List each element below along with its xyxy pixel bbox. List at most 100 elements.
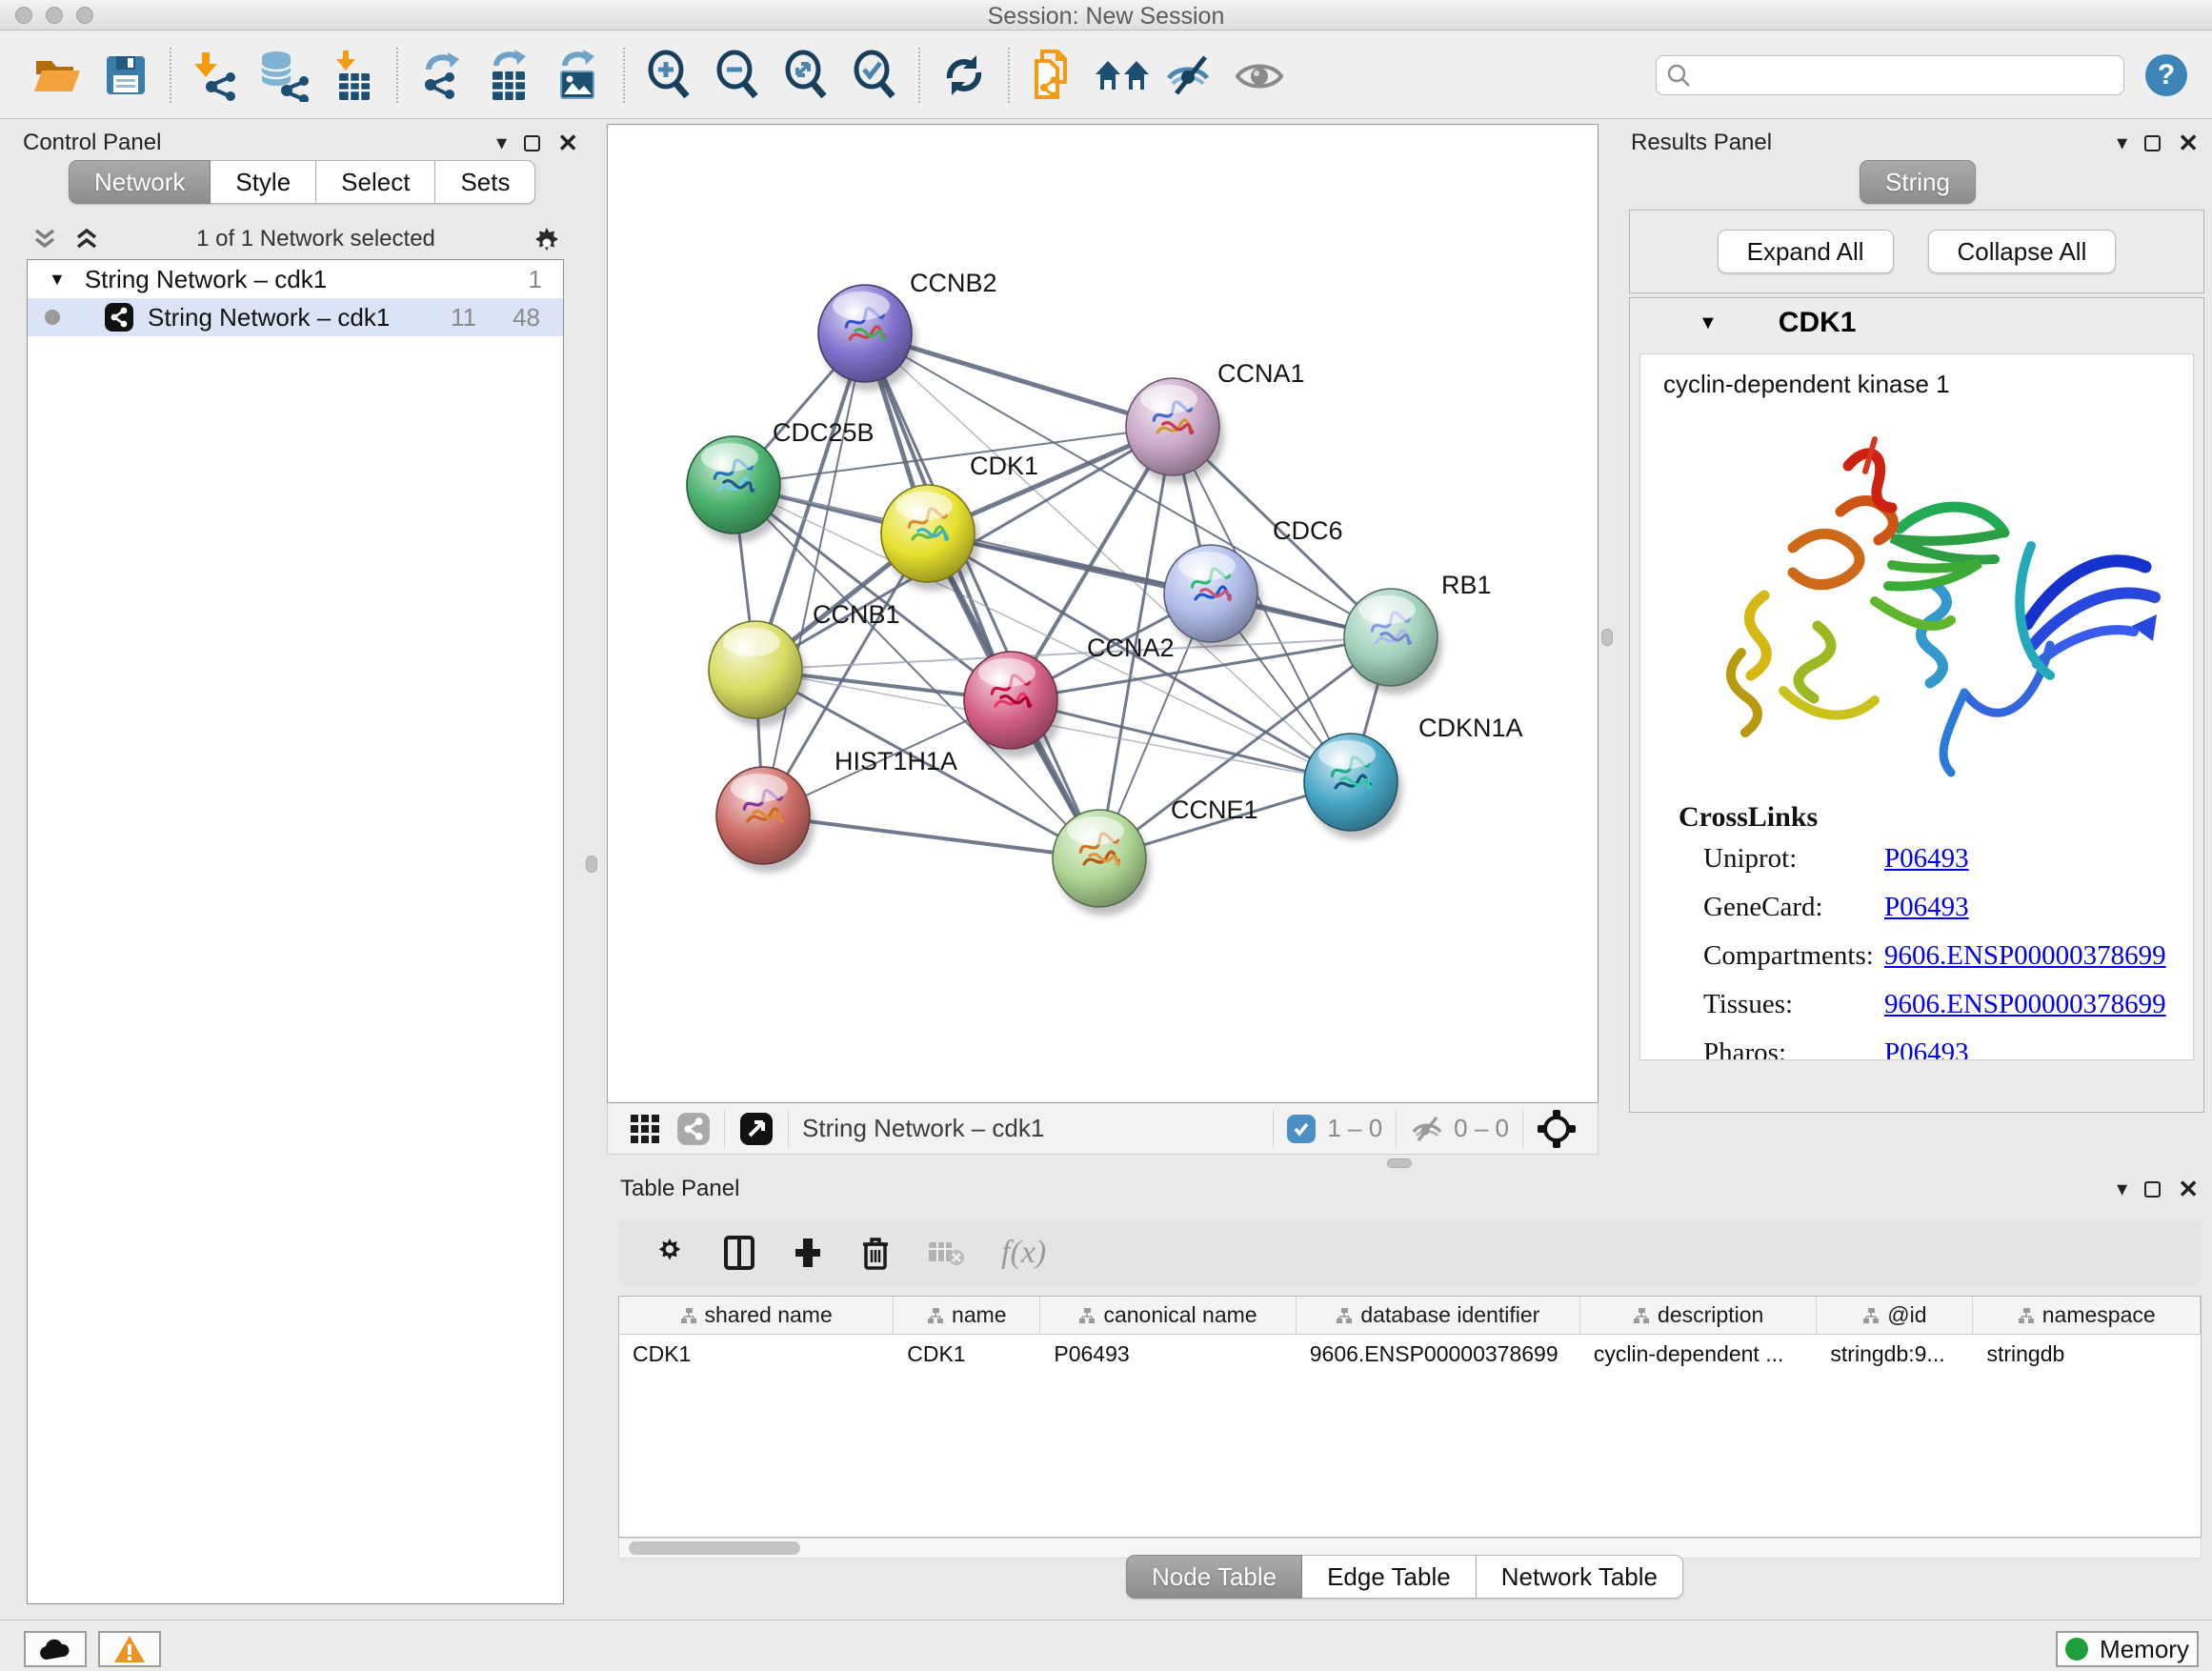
table-row[interactable]: CDK1CDK1P064939606.ENSP00000378699cyclin… [619,1335,2201,1373]
search-input[interactable] [1699,62,2114,89]
zoom-fit-icon[interactable] [772,45,840,106]
first-neighbors-icon[interactable] [1088,45,1156,106]
table-panel-collapse-icon[interactable]: ▾ [2117,1178,2127,1199]
table-panel-close-icon[interactable]: ✕ [2178,1177,2199,1201]
control-panel-close-icon[interactable]: ✕ [557,131,578,155]
section-expander-icon[interactable]: ▼ [1699,312,1718,334]
horizontal-splitter-handle[interactable] [1387,1158,1412,1168]
open-file-icon[interactable] [23,45,91,106]
node-table[interactable]: shared namenamecanonical namedatabase id… [618,1296,2202,1538]
crosslink-link[interactable]: P06493 [1884,1037,1969,1060]
import-network-file-icon[interactable] [181,45,250,106]
crosslink-link[interactable]: P06493 [1884,892,1969,923]
warnings-button[interactable] [98,1631,161,1667]
expand-all-button[interactable]: Expand All [1718,230,1894,273]
network-node[interactable]: CDKN1A [1304,714,1523,839]
tab-sets[interactable]: Sets [435,160,535,204]
add-column-icon[interactable] [792,1235,824,1271]
tab-node-table[interactable]: Node Table [1126,1555,1302,1599]
table-cell[interactable]: CDK1 [894,1335,1040,1373]
tree-expander-icon[interactable]: ▼ [49,270,66,290]
export-table-icon[interactable] [476,45,545,106]
crosslink-link[interactable]: P06493 [1884,843,1969,875]
collapse-all-icon[interactable] [30,227,59,252]
network-canvas[interactable]: CCNB2CCNA1CDC25BCDK1CDC6RB1CCNB1CCNA2CDK… [607,124,1599,1103]
tab-network[interactable]: Network [69,160,211,204]
column-header[interactable]: namespace [1973,1297,2201,1334]
memory-button[interactable]: Memory [2056,1631,2199,1667]
network-node[interactable]: CCNA1 [1126,359,1305,484]
network-node[interactable]: CDK1 [881,452,1038,591]
network-collection-row[interactable]: ▼ String Network – cdk1 1 [28,260,563,298]
selected-nodes-checkbox[interactable] [1287,1115,1316,1143]
column-header[interactable]: description [1580,1297,1818,1334]
network-share-view-icon[interactable] [676,1112,711,1146]
network-node[interactable]: CCNA2 [964,634,1175,757]
hide-selected-eye-icon[interactable] [1156,45,1225,106]
network-options-gear-icon[interactable] [531,223,563,255]
table-panel-float-icon[interactable] [2144,1181,2161,1198]
save-session-icon[interactable] [91,45,160,106]
tab-string[interactable]: String [1860,160,1976,204]
control-panel: Control Panel ▾ ✕ Network Style Select S… [0,120,595,1616]
node-label: CCNE1 [1171,795,1258,824]
column-header[interactable]: shared name [619,1297,894,1334]
birdseye-crosshair-icon[interactable] [1537,1109,1577,1149]
expand-all-icon[interactable] [72,227,101,252]
import-network-database-icon[interactable] [250,45,318,106]
network-edge[interactable] [865,333,1099,858]
network-node[interactable]: RB1 [1344,571,1492,695]
table-cell[interactable]: 9606.ENSP00000378699 [1297,1335,1580,1373]
tab-edge-table[interactable]: Edge Table [1302,1555,1477,1599]
control-panel-collapse-icon[interactable]: ▾ [496,132,507,153]
zoom-selected-icon[interactable] [840,45,909,106]
delete-column-trash-icon[interactable] [860,1235,891,1271]
column-header[interactable]: database identifier [1297,1297,1580,1334]
search-field[interactable] [1656,55,2124,95]
export-image-icon[interactable] [545,45,613,106]
cloud-status-button[interactable] [24,1631,87,1667]
tab-select[interactable]: Select [316,160,435,204]
zoom-out-icon[interactable] [703,45,772,106]
table-cell[interactable]: CDK1 [619,1335,894,1373]
help-button[interactable]: ? [2145,54,2187,96]
grid-view-icon[interactable] [629,1113,661,1145]
export-network-icon[interactable] [408,45,476,106]
open-in-new-window-icon[interactable] [738,1111,774,1147]
results-panel-close-icon[interactable]: ✕ [2178,131,2199,155]
table-body: CDK1CDK1P064939606.ENSP00000378699cyclin… [619,1335,2201,1373]
table-cell[interactable]: stringdb:9... [1817,1335,1973,1373]
crosslink-link[interactable]: 9606.ENSP00000378699 [1884,940,2166,972]
crosslink-link[interactable]: 9606.ENSP00000378699 [1884,989,2166,1020]
network-node[interactable]: CDC25B [687,418,875,542]
column-header[interactable]: name [894,1297,1040,1334]
collapse-all-button[interactable]: Collapse All [1928,230,2117,273]
show-all-eye-icon[interactable] [1225,45,1294,106]
tab-style[interactable]: Style [211,160,316,204]
import-table-file-icon[interactable] [318,45,387,106]
control-panel-float-icon[interactable] [524,135,540,151]
network-node[interactable]: CDC6 [1164,516,1343,651]
column-header[interactable]: @id [1817,1297,1973,1334]
show-columns-icon[interactable] [723,1235,755,1271]
network-tree: ▼ String Network – cdk1 1 String Network… [27,259,564,1604]
network-edge[interactable] [865,333,1391,637]
network-node[interactable]: HIST1H1A [716,747,957,873]
right-splitter-handle[interactable] [1601,629,1613,646]
tab-network-table[interactable]: Network Table [1477,1555,1683,1599]
table-settings-gear-icon[interactable] [653,1236,687,1270]
left-splitter-handle[interactable] [586,856,597,873]
scrollbar-thumb[interactable] [629,1541,800,1555]
table-cell[interactable]: P06493 [1040,1335,1296,1373]
duplicate-network-icon[interactable] [1019,45,1088,106]
refresh-layout-icon[interactable] [930,45,998,106]
column-header[interactable]: canonical name [1040,1297,1296,1334]
results-panel-float-icon[interactable] [2144,135,2161,151]
network-node[interactable]: CCNE1 [1053,795,1258,916]
network-row-selected[interactable]: String Network – cdk1 11 48 [28,298,563,336]
zoom-in-icon[interactable] [634,45,703,106]
table-cell[interactable]: stringdb [1973,1335,2201,1373]
crosslink-label: Uniprot: [1703,843,1884,875]
results-panel-collapse-icon[interactable]: ▾ [2117,132,2127,153]
table-cell[interactable]: cyclin-dependent ... [1580,1335,1818,1373]
